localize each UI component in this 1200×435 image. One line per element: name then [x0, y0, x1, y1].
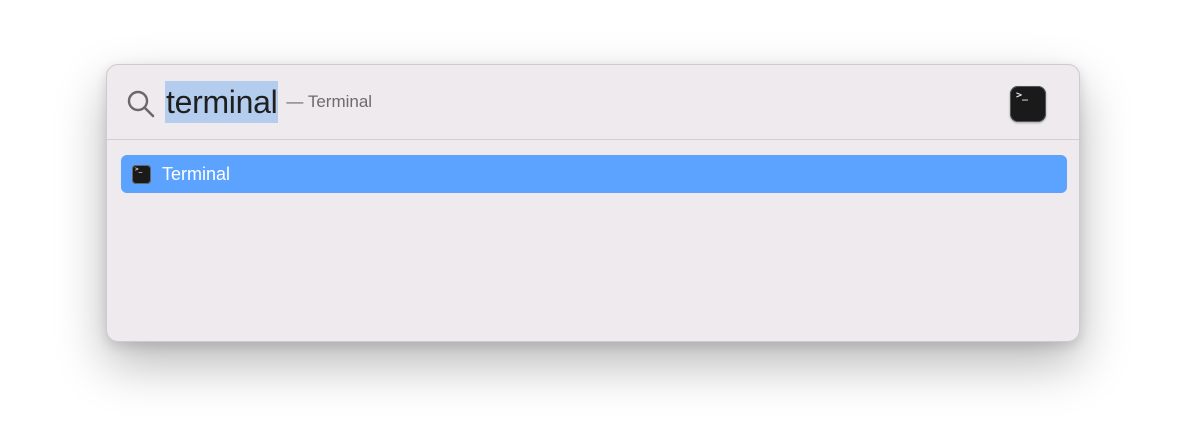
- screen: terminal — Terminal >_ >_ Terminal: [0, 0, 1200, 435]
- search-icon: [126, 89, 156, 119]
- results-list: >_ Terminal: [121, 155, 1067, 193]
- terminal-prompt-glyph: >_: [135, 165, 143, 173]
- search-query-text[interactable]: terminal: [165, 81, 279, 123]
- result-item-label: Terminal: [162, 163, 231, 184]
- result-item-terminal[interactable]: >_ Terminal: [121, 155, 1067, 193]
- spotlight-window: terminal — Terminal >_ >_ Terminal: [106, 64, 1080, 342]
- search-suggestion: — Terminal: [286, 92, 373, 111]
- terminal-prompt-glyph: >_: [1016, 90, 1029, 101]
- terminal-app-icon: >_: [132, 164, 151, 184]
- search-input[interactable]: terminal — Terminal: [165, 81, 372, 123]
- search-bar[interactable]: terminal — Terminal >_: [107, 65, 1079, 140]
- terminal-app-icon[interactable]: >_: [1010, 86, 1046, 122]
